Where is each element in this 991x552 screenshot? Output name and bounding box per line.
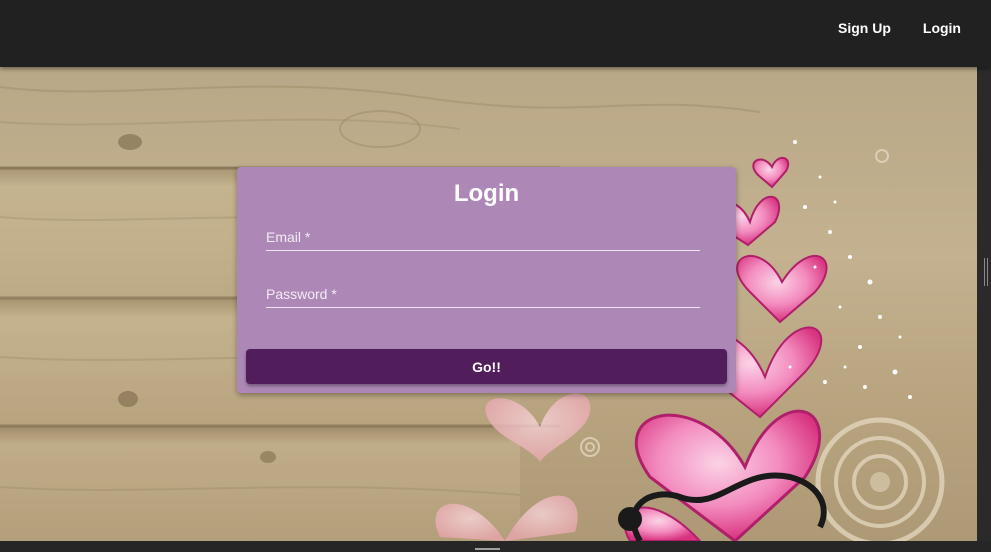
top-navbar: Sign Up Login <box>0 0 991 67</box>
password-input[interactable] <box>266 283 700 305</box>
login-link[interactable]: Login <box>923 20 961 36</box>
go-button[interactable]: Go!! <box>246 349 727 384</box>
login-title: Login <box>453 180 520 207</box>
email-field <box>266 226 700 251</box>
password-field <box>266 283 700 308</box>
horizontal-scrollbar[interactable] <box>0 541 991 552</box>
login-card: Login Go!! <box>237 167 736 393</box>
nav-links: Sign Up Login <box>806 0 961 55</box>
email-input[interactable] <box>266 226 700 248</box>
bottom-grip-icon[interactable] <box>475 548 500 550</box>
signup-link[interactable]: Sign Up <box>838 20 891 36</box>
vertical-scrollbar[interactable] <box>977 67 991 541</box>
scrollbar-grip-icon[interactable] <box>984 258 988 286</box>
